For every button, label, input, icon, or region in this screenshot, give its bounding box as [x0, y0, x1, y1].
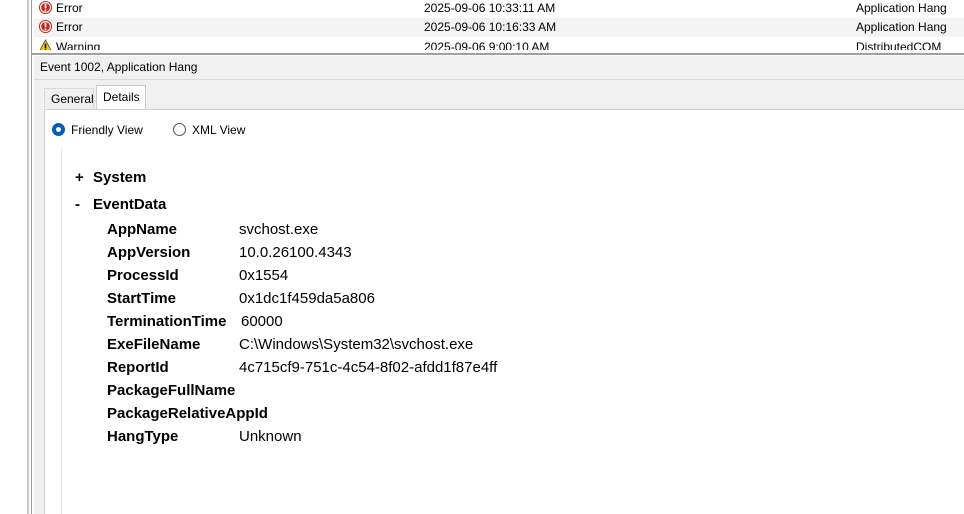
event-datetime: 2025-09-06 9:00:10 AM — [424, 40, 550, 50]
field-key: AppName — [107, 221, 178, 238]
field-key: ProcessId — [107, 267, 179, 284]
field-key: HangType — [107, 428, 179, 445]
radio-unselected-icon — [173, 123, 186, 136]
tree-node-eventdata[interactable]: - EventData — [75, 196, 166, 213]
field-value: C:\Windows\System32\svchost.exe — [239, 336, 474, 353]
left-splitter-edge — [31, 0, 32, 514]
field-key: ExeFileName — [107, 336, 201, 353]
event-source: Application Hang — [856, 1, 947, 15]
event-row[interactable]: Error 2025-09-06 10:33:11 AM Application… — [34, 0, 964, 18]
event-detail-pane: Event 1002, Application Hang General Det… — [34, 56, 964, 514]
event-list: Error 2025-09-06 10:33:11 AM Application… — [34, 0, 964, 50]
detail-title: Event 1002, Application Hang — [40, 60, 198, 74]
event-level: Error — [56, 20, 83, 34]
friendly-view-label: Friendly View — [71, 123, 143, 137]
field-value: svchost.exe — [239, 221, 319, 238]
event-row[interactable]: Warning 2025-09-06 9:00:10 AM Distribute… — [34, 38, 964, 50]
event-source: DistributedCOM — [856, 40, 942, 50]
error-icon — [38, 19, 53, 34]
field-value: 0x1554 — [239, 267, 289, 284]
event-level: Warning — [56, 40, 101, 50]
field-value: 4c715cf9-751c-4c54-8f02-afdd1f87e4ff — [239, 359, 498, 376]
tree-node-label: EventData — [93, 196, 167, 213]
field-key: ReportId — [107, 359, 169, 376]
tree-node-system[interactable]: + System — [75, 169, 146, 186]
friendly-view-content: + System - EventData AppName svchost.exe A… — [61, 149, 964, 514]
event-level: Error — [56, 1, 83, 15]
left-splitter[interactable] — [27, 0, 29, 514]
warning-icon — [39, 39, 52, 50]
event-source: Application Hang — [856, 20, 947, 34]
tab-details[interactable]: Details — [96, 85, 146, 109]
expand-icon[interactable]: + — [75, 169, 93, 186]
xml-view-radio[interactable]: XML View — [173, 122, 263, 138]
field-value: 10.0.26100.4343 — [239, 244, 352, 261]
event-datetime: 2025-09-06 10:16:33 AM — [424, 20, 557, 34]
field-key: PackageRelativeAppId — [107, 405, 268, 422]
event-viewer-window: Error 2025-09-06 10:33:11 AM Application… — [0, 0, 964, 514]
left-gutter — [0, 0, 27, 514]
field-value: 0x1dc1f459da5a806 — [239, 290, 375, 307]
xml-view-label: XML View — [192, 123, 246, 137]
field-value: Unknown — [239, 428, 302, 445]
field-key: StartTime — [107, 290, 176, 307]
friendly-view-radio[interactable]: Friendly View — [52, 122, 162, 138]
tab-general[interactable]: General — [44, 88, 94, 108]
collapse-icon[interactable]: - — [75, 196, 93, 213]
field-key: AppVersion — [107, 244, 191, 261]
error-icon — [38, 0, 53, 15]
field-value: 60000 — [241, 313, 283, 330]
radio-selected-icon — [52, 123, 65, 136]
event-row[interactable]: Error 2025-09-06 10:16:33 AM Application… — [34, 18, 964, 37]
title-separator — [34, 79, 964, 80]
field-key: TerminationTime — [107, 313, 227, 330]
tree-node-label: System — [93, 169, 147, 186]
field-key: PackageFullName — [107, 382, 236, 399]
details-tab-body: Friendly View XML View + System - EventDat… — [44, 109, 964, 514]
pane-splitter[interactable] — [32, 53, 964, 55]
event-datetime: 2025-09-06 10:33:11 AM — [424, 1, 556, 15]
